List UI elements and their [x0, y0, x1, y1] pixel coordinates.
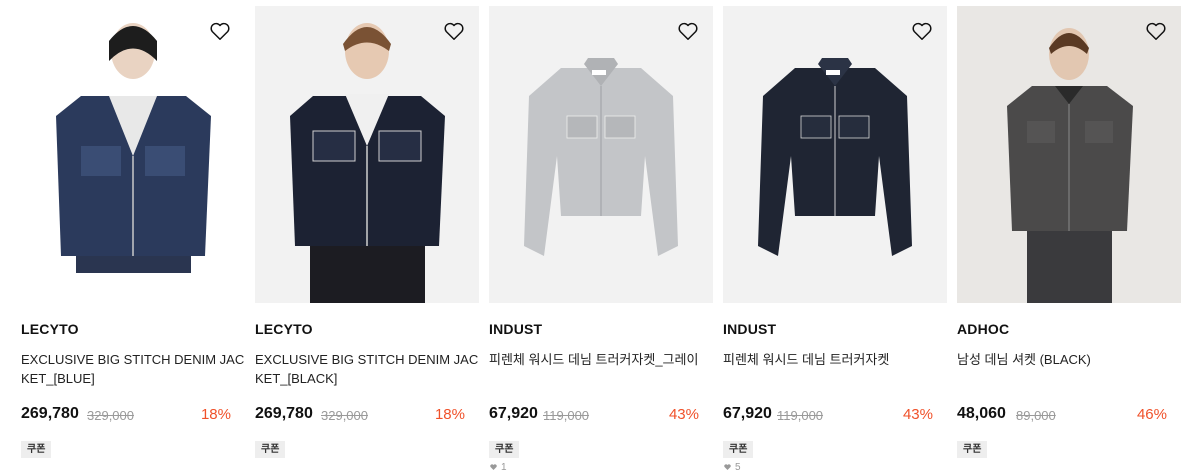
- original-price: 329,000: [87, 408, 134, 423]
- likes-number: 1: [501, 462, 507, 473]
- product-title[interactable]: 피렌체 워시드 데님 트러커자켓: [723, 350, 947, 369]
- discount-rate: 46%: [1136, 406, 1167, 423]
- product-card[interactable]: INDUST 피렌체 워시드 데님 트러커자켓_그레이 67,920 119,0…: [489, 0, 713, 473]
- product-card[interactable]: INDUST 피렌체 워시드 데님 트러커자켓 67,920 119,000 4…: [723, 0, 947, 473]
- coupon-badge: 쿠폰: [255, 441, 286, 458]
- coupon-badge: 쿠폰: [21, 441, 52, 458]
- original-price: 329,000: [321, 408, 368, 423]
- sale-price: 269,780: [21, 405, 79, 422]
- coupon-badge: 쿠폰: [957, 441, 988, 458]
- wishlist-heart-icon[interactable]: [209, 20, 231, 42]
- brand-name[interactable]: INDUST: [723, 321, 776, 337]
- product-card[interactable]: LECYTO EXCLUSIVE BIG STITCH DENIM JACKET…: [21, 0, 245, 473]
- product-image[interactable]: [723, 6, 947, 303]
- heart-filled-icon: [724, 464, 731, 470]
- discount-rate: 18%: [200, 406, 231, 423]
- price-row: 67,920 119,000 43%: [489, 405, 713, 427]
- discount-rate: 43%: [668, 406, 699, 423]
- brand-name[interactable]: ADHOC: [957, 321, 1009, 337]
- brand-name[interactable]: INDUST: [489, 321, 542, 337]
- discount-rate: 18%: [434, 406, 465, 423]
- price-row: 67,920 119,000 43%: [723, 405, 947, 427]
- wishlist-heart-icon[interactable]: [677, 20, 699, 42]
- product-card[interactable]: LECYTO EXCLUSIVE BIG STITCH DENIM JACKET…: [255, 0, 479, 473]
- product-image[interactable]: [489, 6, 713, 303]
- discount-rate: 43%: [902, 406, 933, 423]
- product-title[interactable]: EXCLUSIVE BIG STITCH DENIM JACKET_[BLUE]: [21, 350, 245, 388]
- product-card[interactable]: ADHOC 남성 데님 셔켓 (BLACK) 48,060 89,000 46%…: [957, 0, 1181, 473]
- sale-price: 67,920: [723, 405, 772, 422]
- coupon-badge: 쿠폰: [489, 441, 520, 458]
- price-row: 269,780 329,000 18%: [21, 405, 245, 427]
- coupon-badge: 쿠폰: [723, 441, 754, 458]
- likes-count: 5: [723, 462, 741, 473]
- original-price: 89,000: [1016, 408, 1056, 423]
- heart-filled-icon: [490, 464, 497, 470]
- price-row: 48,060 89,000 46%: [957, 405, 1181, 427]
- brand-name[interactable]: LECYTO: [21, 321, 79, 337]
- likes-number: 5: [735, 462, 741, 473]
- sale-price: 48,060: [957, 405, 1006, 422]
- product-image[interactable]: [957, 6, 1181, 303]
- wishlist-heart-icon[interactable]: [443, 20, 465, 42]
- wishlist-heart-icon[interactable]: [1145, 20, 1167, 42]
- wishlist-heart-icon[interactable]: [911, 20, 933, 42]
- product-title[interactable]: 남성 데님 셔켓 (BLACK): [957, 350, 1181, 369]
- sale-price: 269,780: [255, 405, 313, 422]
- product-image[interactable]: [21, 6, 245, 273]
- sale-price: 67,920: [489, 405, 538, 422]
- product-title[interactable]: 피렌체 워시드 데님 트러커자켓_그레이: [489, 350, 713, 369]
- original-price: 119,000: [543, 408, 590, 423]
- brand-name[interactable]: LECYTO: [255, 321, 313, 337]
- likes-count: 1: [489, 462, 507, 473]
- product-image[interactable]: [255, 6, 479, 303]
- price-row: 269,780 329,000 18%: [255, 405, 479, 427]
- original-price: 119,000: [777, 408, 824, 423]
- product-title[interactable]: EXCLUSIVE BIG STITCH DENIM JACKET_[BLACK…: [255, 350, 479, 388]
